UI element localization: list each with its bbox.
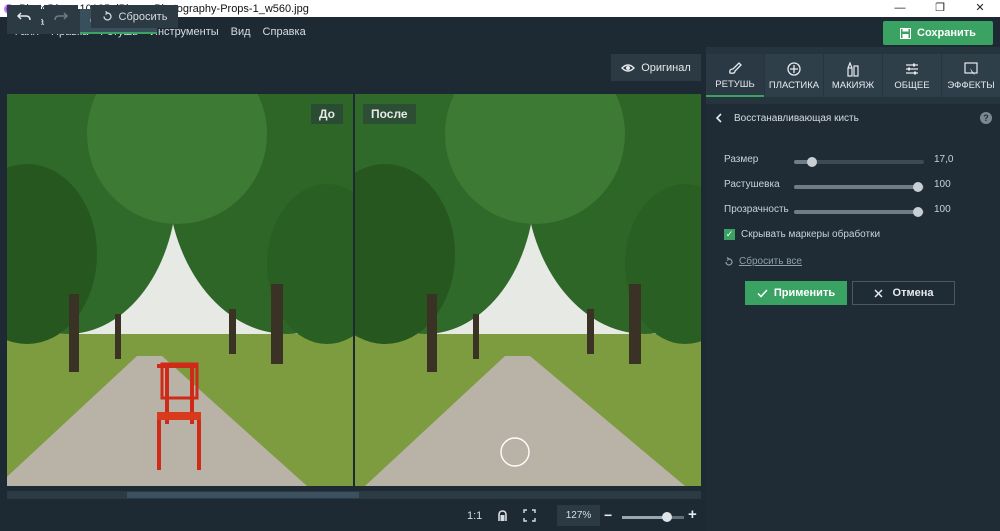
zoom-level[interactable]: 127% <box>557 505 600 526</box>
minimize-button[interactable]: — <box>880 0 920 17</box>
liquify-icon <box>787 61 801 76</box>
opacity-slider-row: Прозрачность 100 <box>724 204 994 220</box>
before-photo <box>7 94 353 486</box>
tab-retouch[interactable]: РЕТУШЬ <box>706 54 764 97</box>
size-slider-handle[interactable] <box>807 157 818 167</box>
undo-button[interactable] <box>7 5 41 28</box>
brush-icon <box>729 61 742 74</box>
undo-icon <box>17 11 31 20</box>
opacity-slider[interactable] <box>794 207 924 217</box>
back-arrow-icon[interactable] <box>715 113 722 123</box>
zoom-slider-fill <box>622 516 667 519</box>
feather-label: Растушевка <box>724 179 780 190</box>
zoom-out-button[interactable]: − <box>604 507 612 523</box>
help-icon[interactable]: ? <box>980 112 992 124</box>
tab-plastic-label: ПЛАСТИКА <box>768 79 820 91</box>
menu-view[interactable]: Вид <box>231 26 251 38</box>
tab-plastic[interactable]: ПЛАСТИКА <box>765 54 823 97</box>
size-slider[interactable] <box>794 157 924 167</box>
reset-button[interactable]: Сбросить <box>91 5 178 28</box>
zoom-in-button[interactable]: + <box>688 506 697 523</box>
close-icon <box>873 288 883 298</box>
reset-all-link[interactable]: Сбросить все <box>724 256 802 267</box>
fullscreen-icon[interactable] <box>523 509 536 522</box>
opacity-slider-handle[interactable] <box>912 207 923 217</box>
tool-header: Восстанавливающая кисть ? <box>706 104 1000 132</box>
feather-slider-handle[interactable] <box>912 182 923 192</box>
tab-retouch-label: РЕТУШЬ <box>715 78 755 90</box>
size-label: Размер <box>724 154 759 165</box>
split-divider[interactable] <box>353 84 355 502</box>
after-photo <box>355 94 701 486</box>
hide-markers-row: ✓ Скрывать маркеры обработки <box>724 229 880 240</box>
reset-all-icon <box>725 256 733 266</box>
opacity-slider-fill <box>794 210 918 214</box>
fit-hand-icon[interactable] <box>496 509 509 522</box>
original-button[interactable]: Оригинал <box>611 54 701 81</box>
hide-markers-label[interactable]: Скрывать маркеры обработки <box>741 229 880 240</box>
tab-makeup[interactable]: МАКИЯЖ <box>824 54 882 97</box>
reset-button-label: Сбросить <box>118 10 168 23</box>
after-pane[interactable]: После <box>355 94 701 486</box>
tab-general-label: ОБЩЕЕ <box>894 79 930 91</box>
horizontal-scrollbar[interactable] <box>7 491 701 499</box>
makeup-icon <box>847 60 859 77</box>
tab-effects[interactable]: ЭФФЕКТЫ <box>942 54 1000 97</box>
eye-icon <box>621 63 636 72</box>
image-viewer[interactable]: До После <box>7 84 701 502</box>
tab-effects-label: ЭФФЕКТЫ <box>947 79 995 91</box>
redo-icon <box>54 11 68 20</box>
feather-slider[interactable] <box>794 182 924 192</box>
scrollbar-thumb[interactable] <box>127 492 359 498</box>
before-pane[interactable]: До <box>7 94 353 486</box>
apply-button[interactable]: Применить <box>745 281 847 305</box>
opacity-label: Прозрачность <box>724 204 789 215</box>
tool-title: Восстанавливающая кисть <box>734 112 859 124</box>
menu-help[interactable]: Справка <box>263 26 306 38</box>
size-value: 17,0 <box>934 154 954 165</box>
effects-icon <box>964 61 978 75</box>
save-button-label: Сохранить <box>917 27 976 39</box>
before-label: До <box>310 104 343 124</box>
after-label: После <box>363 104 416 124</box>
save-button[interactable]: Сохранить <box>883 21 993 45</box>
reset-all-label: Сбросить все <box>739 256 802 267</box>
original-button-label: Оригинал <box>641 61 691 74</box>
right-panel: РЕТУШЬ ПЛАСТИКА МАКИЯЖ ОБЩЕЕ ЭФФЕКТЫ Вос… <box>706 47 1000 531</box>
hide-markers-checkbox[interactable]: ✓ <box>724 229 735 240</box>
close-button[interactable]: ✕ <box>960 0 1000 17</box>
opacity-value: 100 <box>934 204 951 215</box>
tab-makeup-label: МАКИЯЖ <box>831 79 875 91</box>
check-icon <box>757 288 768 298</box>
zoom-slider[interactable] <box>622 512 684 522</box>
reset-icon <box>102 11 112 21</box>
maximize-button[interactable]: ❐ <box>920 0 960 17</box>
feather-slider-fill <box>794 185 918 189</box>
tool-panel: Восстанавливающая кисть ? Размер 17,0 Ра… <box>706 104 1000 531</box>
floppy-disk-icon <box>900 27 912 39</box>
feather-slider-row: Растушевка 100 <box>724 179 994 195</box>
sliders-icon <box>906 63 918 74</box>
redo-button[interactable] <box>44 5 78 28</box>
tab-general[interactable]: ОБЩЕЕ <box>883 54 941 97</box>
one-to-one-button[interactable]: 1:1 <box>467 510 482 522</box>
apply-button-label: Применить <box>773 287 836 299</box>
cancel-button-label: Отмена <box>892 287 934 299</box>
size-slider-row: Размер 17,0 <box>724 154 994 170</box>
cancel-button[interactable]: Отмена <box>852 281 955 305</box>
right-tabs: РЕТУШЬ ПЛАСТИКА МАКИЯЖ ОБЩЕЕ ЭФФЕКТЫ <box>706 54 1000 97</box>
zoom-slider-handle[interactable] <box>661 512 672 522</box>
feather-value: 100 <box>934 179 951 190</box>
